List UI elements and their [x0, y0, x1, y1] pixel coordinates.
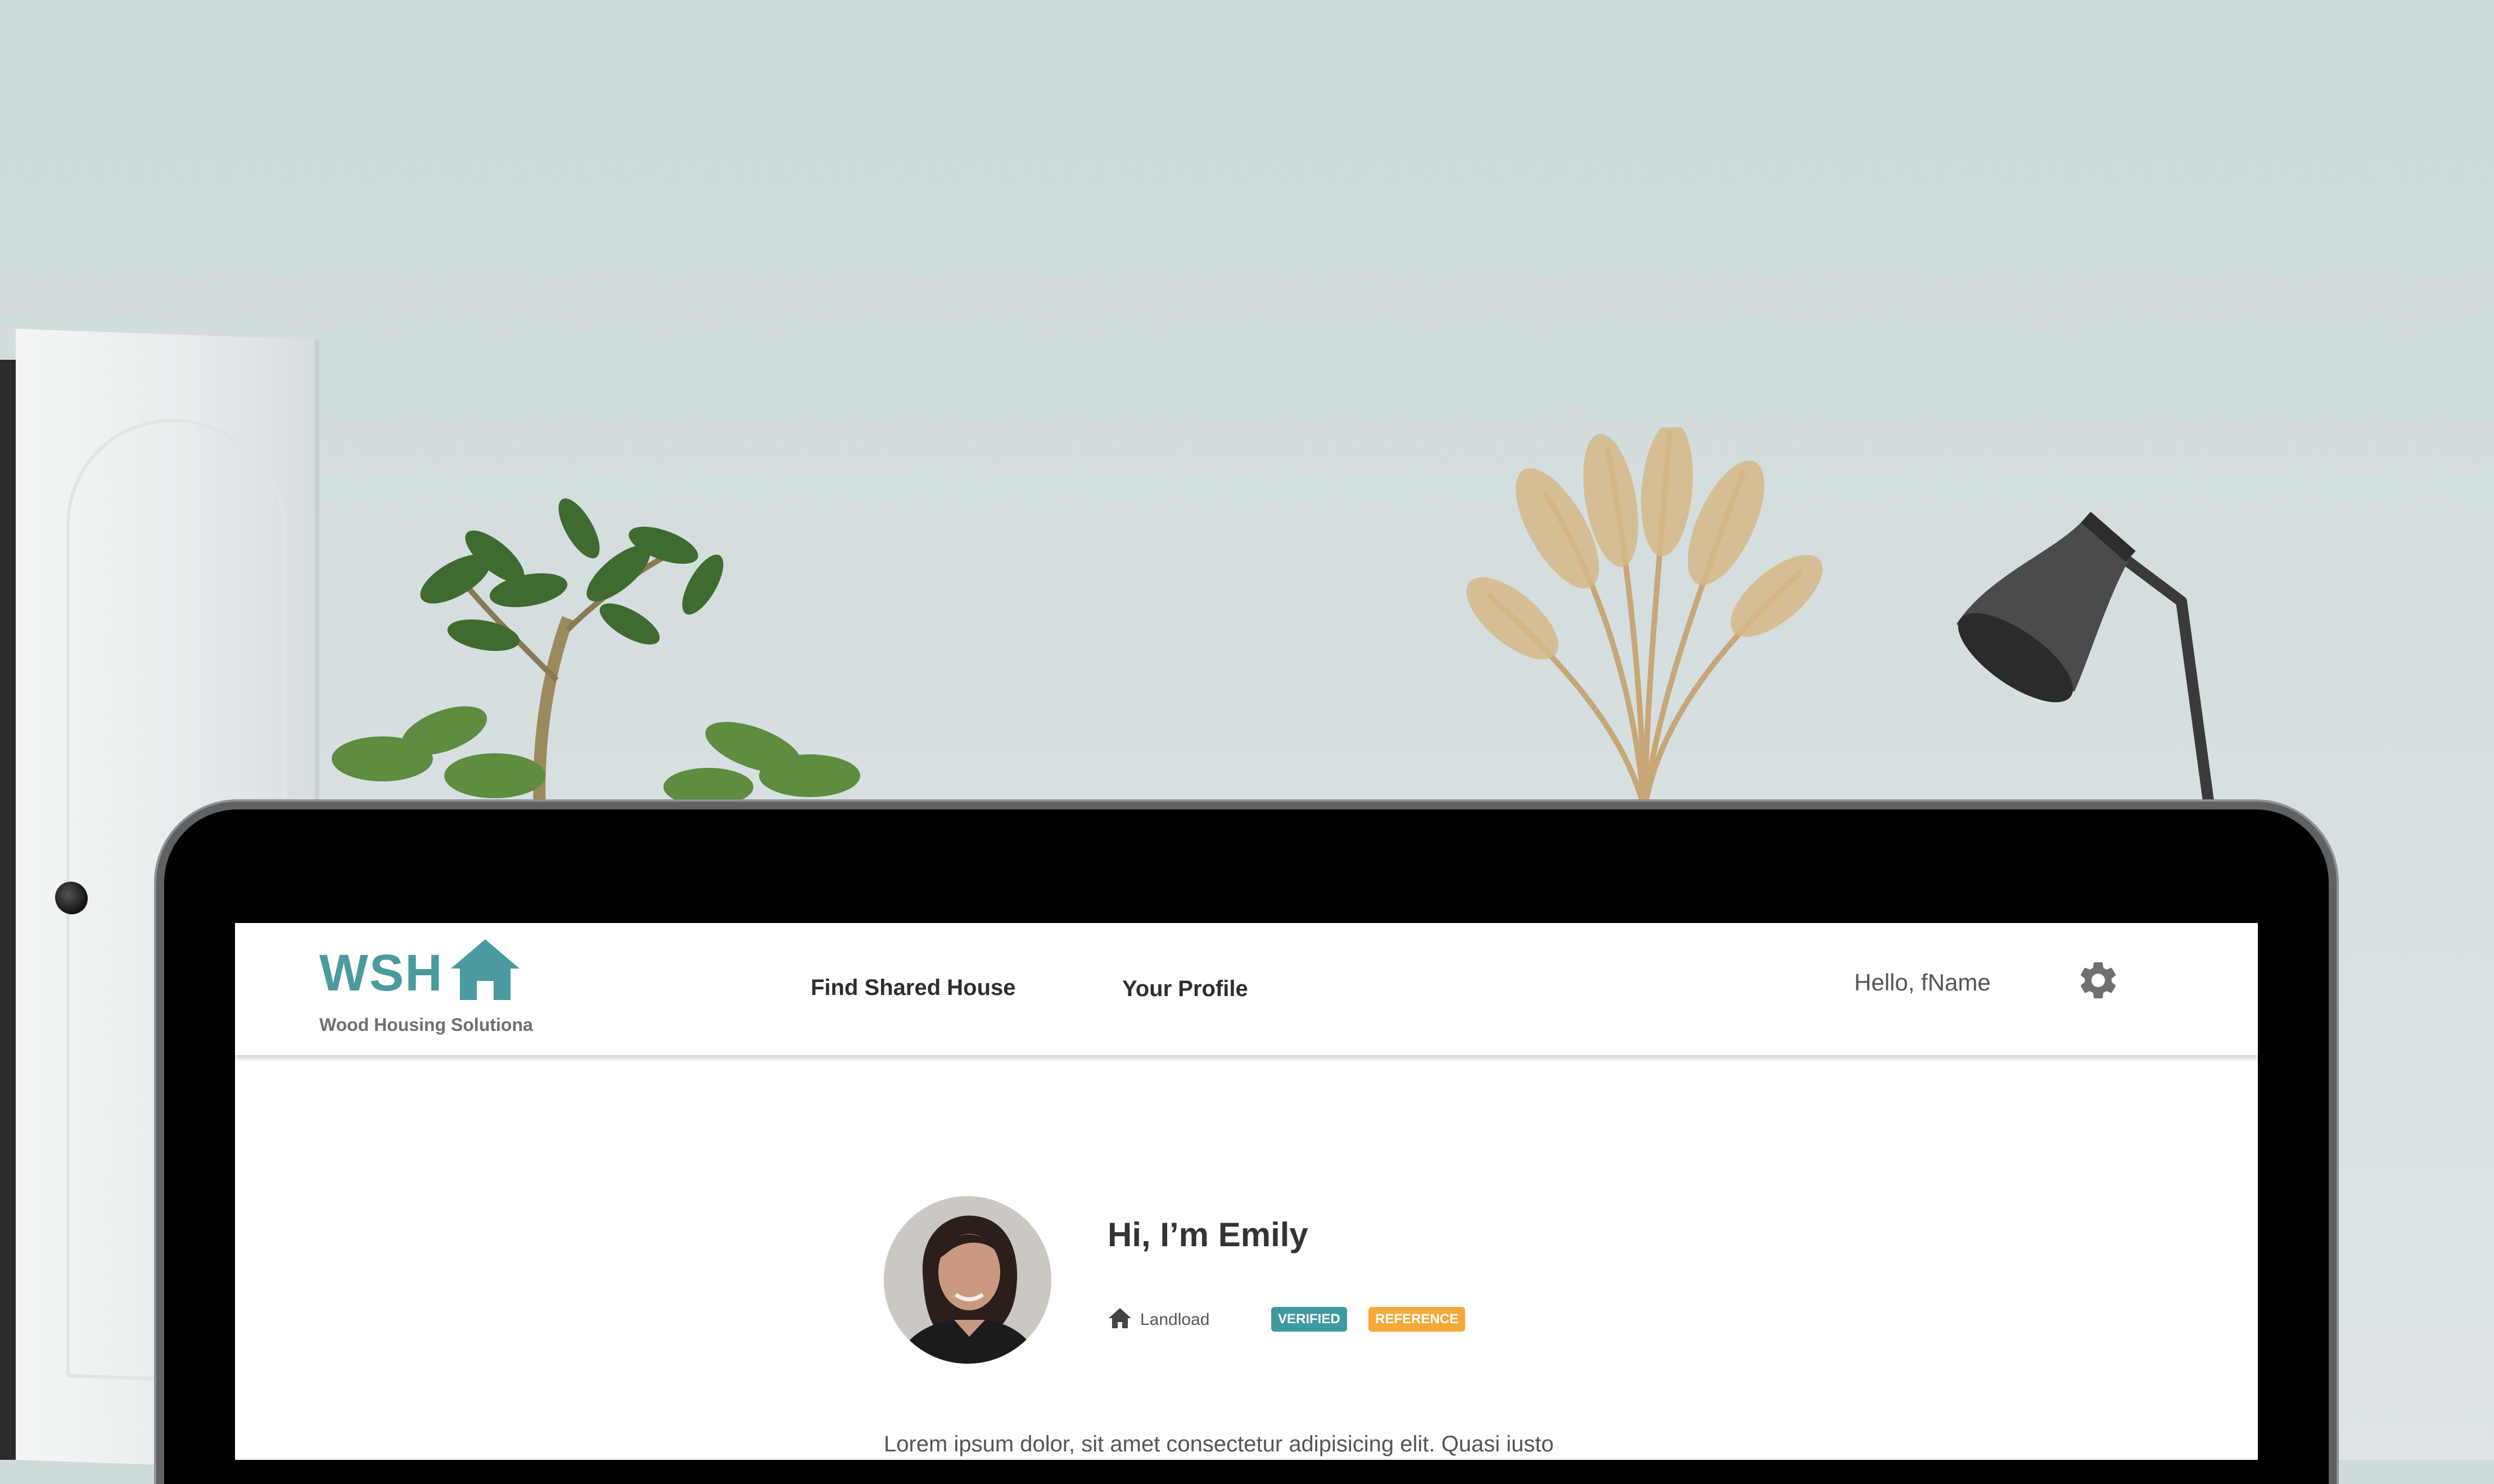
reference-badge: REFERENCE	[1368, 1307, 1466, 1332]
potted-plant	[332, 498, 860, 809]
user-greeting: Hello, fName	[1854, 969, 1991, 996]
logo-subtitle: Wood Housing Solutiona	[319, 1015, 533, 1035]
app-screen: WSH Wood Housing Solutiona Find Shared H…	[235, 923, 2258, 1460]
brand-logo[interactable]: WSH Wood Housing Solutiona	[319, 937, 555, 1044]
door-frame	[0, 360, 17, 1460]
nav-link-your-profile[interactable]: Your Profile	[1122, 976, 1248, 1002]
verified-badge: VERIFIED	[1271, 1307, 1347, 1332]
house-icon	[451, 939, 519, 1000]
gear-icon[interactable]	[2076, 958, 2121, 1003]
house-icon	[1109, 1308, 1131, 1328]
desk-lamp	[1957, 512, 2215, 809]
dried-pampas-grass	[1466, 427, 1823, 809]
profile-bio: Lorem ipsum dolor, sit amet consectetur …	[884, 1432, 1579, 1460]
avatar	[884, 1196, 1051, 1364]
role-label: Landload	[1140, 1310, 1210, 1329]
top-navbar: WSH Wood Housing Solutiona Find Shared H…	[235, 923, 2258, 1055]
avatar-photo	[884, 1196, 1051, 1364]
logo-acronym: WSH	[319, 944, 444, 1002]
nav-link-find-shared-house[interactable]: Find Shared House	[811, 975, 1016, 1001]
profile-greeting-title: Hi, I’m Emily	[1108, 1216, 1308, 1254]
